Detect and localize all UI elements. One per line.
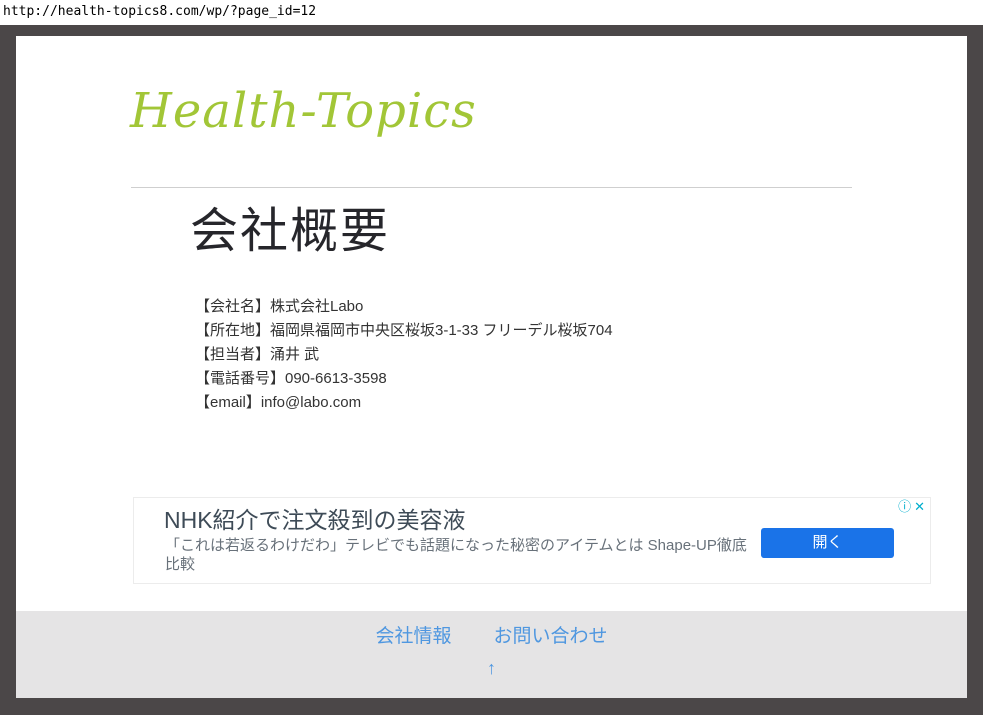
ad-title: NHK紹介で注文殺到の美容液 [164,507,466,533]
site-logo[interactable]: Health-Topics [130,80,477,142]
page-body: Health-Topics 会社概要 【会社名】株式会社Labo 【所在地】福岡… [16,36,967,698]
footer-nav: 会社情報 お問い合わせ [16,621,967,648]
ad-banner[interactable]: NHK紹介で注文殺到の美容液 「これは若返るわけだわ」テレビでも話題になった秘密… [133,497,931,584]
header-divider [131,187,852,188]
detail-contact-person: 【担当者】涌井 武 [195,346,320,363]
browser-frame: Health-Topics 会社概要 【会社名】株式会社Labo 【所在地】福岡… [0,25,983,715]
ad-close-icon[interactable]: ✕ [914,499,925,514]
page-footer: 会社情報 お問い合わせ ↑ [16,611,967,698]
ad-info-icon[interactable]: ⓘ [898,499,911,514]
detail-email: 【email】info@labo.com [195,394,362,411]
back-to-top-arrow[interactable]: ↑ [487,658,496,678]
detail-address: 【所在地】福岡県福岡市中央区桜坂3-1-33 フリーデル桜坂704 [195,322,613,339]
footer-link-contact[interactable]: お問い合わせ [494,621,608,648]
screenshot-root: { "browser": { "url": "http://health-top… [0,0,983,715]
url-text[interactable]: http://health-topics8.com/wp/?page_id=12 [3,4,316,19]
company-details: 【会社名】株式会社Labo 【所在地】福岡県福岡市中央区桜坂3-1-33 フリー… [195,295,613,415]
detail-company-name: 【会社名】株式会社Labo [195,298,364,315]
ad-description: 「これは若返るわけだわ」テレビでも話題になった秘密のアイテムとは Shape-U… [165,537,747,573]
detail-phone: 【電話番号】090-6613-3598 [195,370,387,387]
ad-open-button[interactable]: 開く [761,528,894,558]
address-bar[interactable]: http://health-topics8.com/wp/?page_id=12 [0,0,983,25]
back-to-top: ↑ [16,658,967,679]
ad-choices: ⓘ ✕ [898,499,925,514]
page-title: 会社概要 [190,205,391,258]
footer-link-company-info[interactable]: 会社情報 [375,621,451,648]
